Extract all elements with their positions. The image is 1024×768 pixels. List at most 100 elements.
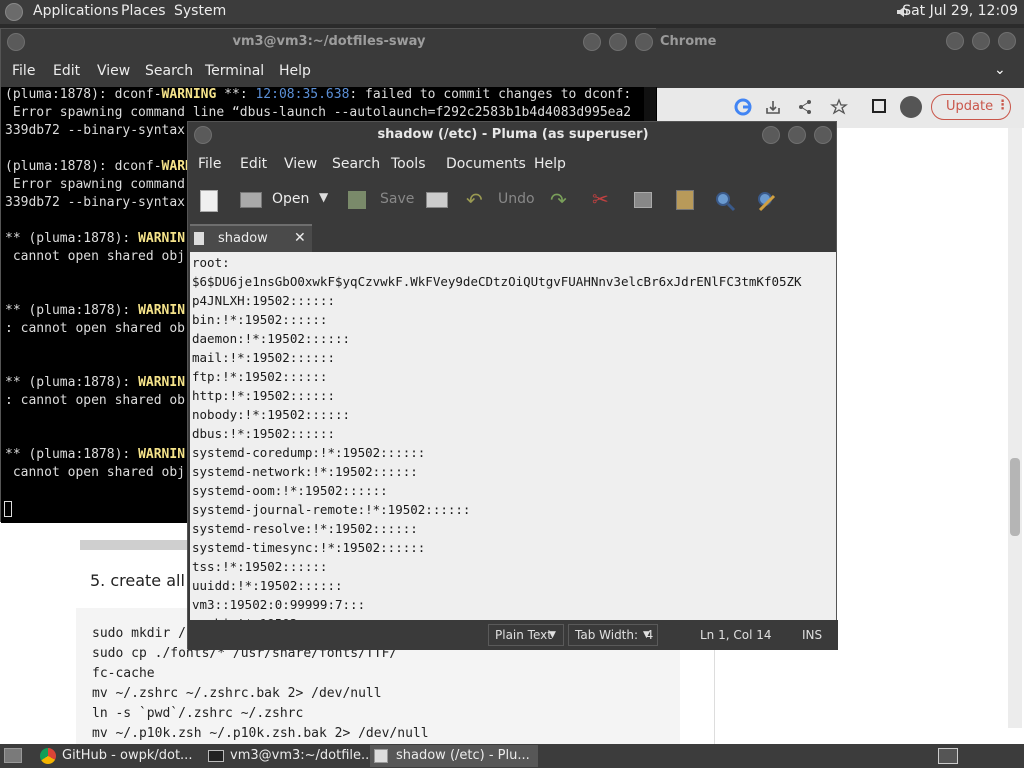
update-button[interactable]: Update ⋮ — [931, 94, 1011, 120]
text-line: systemd-journal-remote:!*:19502:::::: — [192, 502, 471, 517]
insert-mode: INS — [802, 628, 823, 642]
menu-documents[interactable]: Documents — [446, 156, 526, 172]
document-icon — [194, 232, 204, 245]
maximize-button[interactable] — [972, 32, 990, 50]
cursor-position: Ln 1, Col 14 — [700, 628, 772, 642]
code-line: fc-cache — [92, 666, 155, 681]
text-line: nobody:!*:19502:::::: — [192, 407, 351, 422]
chevron-down-icon: ▼ — [643, 630, 650, 640]
chrome-icon — [40, 748, 56, 764]
terminal-line-segment: WARNIN — [138, 231, 186, 246]
menu-edit[interactable]: Edit — [53, 63, 80, 79]
pluma-tabbar: shadow ✕ — [188, 224, 838, 252]
maximize-button[interactable] — [788, 126, 806, 144]
install-app-icon[interactable] — [764, 98, 782, 116]
text-line: ftp:!*:19502:::::: — [192, 369, 328, 384]
menu-edit[interactable]: Edit — [240, 156, 267, 172]
open-folder-icon[interactable] — [240, 192, 262, 208]
tab-shadow[interactable]: shadow ✕ — [190, 224, 312, 252]
window-menu-button[interactable] — [194, 126, 212, 144]
profile-avatar-icon[interactable] — [900, 96, 922, 118]
close-button[interactable] — [814, 126, 832, 144]
print-icon[interactable] — [426, 192, 448, 208]
browser-title: Chrome — [660, 34, 717, 49]
code-line: mv ~/.p10k.zsh ~/.p10k.zsh.bak 2> /dev/n… — [92, 726, 429, 741]
share-icon[interactable] — [796, 98, 814, 116]
text-line: p4JNLXH:19502:::::: — [192, 293, 335, 308]
tab-list-chevron-down-icon[interactable]: ⌄ — [994, 62, 1006, 78]
bookmark-star-icon[interactable] — [830, 98, 848, 116]
terminal-line: : cannot open shared ob — [5, 321, 185, 336]
menu-view[interactable]: View — [284, 156, 317, 172]
applications-menu[interactable]: Applications — [33, 3, 119, 19]
tab-width-dropdown[interactable]: Tab Width: 4 ▼ — [568, 624, 658, 646]
undo-icon[interactable]: ↶ — [466, 188, 483, 212]
pluma-title: shadow (/etc) - Pluma (as superuser) — [377, 127, 649, 142]
google-icon[interactable] — [734, 98, 752, 116]
places-menu[interactable]: Places — [121, 3, 166, 19]
cut-scissors-icon[interactable]: ✂ — [592, 187, 609, 211]
save-icon[interactable] — [348, 191, 366, 209]
find-magnifier-icon[interactable] — [714, 190, 736, 212]
taskbar-item-label: shadow (/etc) - Plu... — [396, 748, 530, 763]
menu-file[interactable]: File — [12, 63, 35, 79]
new-document-icon[interactable] — [200, 190, 218, 212]
terminal-line-segment: 12:08:35.638 — [255, 87, 350, 102]
terminal-line-segment: 339db72 --binary-syntax — [5, 123, 186, 138]
pluma-toolbar: Open ▼ Save ↶ Undo ↷ ✂ — [188, 178, 838, 224]
text-line: systemd-resolve:!*:19502:::::: — [192, 521, 418, 536]
redo-icon[interactable]: ↷ — [550, 188, 567, 212]
minimize-button[interactable] — [946, 32, 964, 50]
menu-help[interactable]: Help — [534, 156, 566, 172]
terminal-icon — [208, 750, 224, 762]
side-panel-icon[interactable] — [872, 99, 886, 113]
menu-search[interactable]: Search — [332, 156, 380, 172]
workspace-switcher-icon[interactable] — [938, 748, 958, 764]
save-button[interactable]: Save — [380, 191, 414, 207]
menu-file[interactable]: File — [198, 156, 221, 172]
terminal-line-segment: **: — [216, 87, 256, 102]
terminal-line-segment: : cannot open shared ob — [5, 393, 186, 408]
applications-logo-icon[interactable] — [5, 3, 23, 21]
undo-button[interactable]: Undo — [498, 191, 535, 207]
copy-icon[interactable] — [634, 192, 652, 208]
scrollbar-thumb[interactable] — [1010, 458, 1020, 536]
taskbar-item-github[interactable]: GitHub - owpk/dot... — [36, 745, 204, 767]
menu-view[interactable]: View — [97, 63, 130, 79]
minimize-button[interactable] — [762, 126, 780, 144]
horizontal-scrollbar[interactable] — [80, 540, 190, 550]
show-desktop-icon[interactable] — [4, 748, 22, 763]
maximize-button[interactable] — [609, 33, 627, 51]
vertical-scrollbar[interactable] — [1008, 128, 1022, 728]
find-replace-icon[interactable] — [756, 190, 778, 212]
clock[interactable]: Sat Jul 29, 12:09 — [902, 3, 1018, 19]
menu-tools[interactable]: Tools — [391, 156, 426, 172]
text-line: systemd-network:!*:19502:::::: — [192, 464, 418, 479]
menu-terminal[interactable]: Terminal — [205, 63, 264, 79]
pluma-titlebar: shadow (/etc) - Pluma (as superuser) — [188, 122, 838, 148]
text-editor-area[interactable]: root: $6$DU6je1nsGbO0xwkF$yqCzvwkF.WkFVey… — [190, 252, 836, 620]
pluma-menubar: File Edit View Search Tools Documents He… — [188, 150, 838, 178]
open-button[interactable]: Open — [272, 191, 309, 207]
menu-help[interactable]: Help — [279, 63, 311, 79]
menu-search[interactable]: Search — [145, 63, 193, 79]
terminal-line-segment: : cannot open shared ob — [5, 321, 186, 336]
taskbar-item-pluma[interactable]: shadow (/etc) - Plu... — [370, 745, 538, 767]
window-menu-button[interactable] — [7, 33, 25, 51]
syntax-dropdown[interactable]: Plain Text ▼ — [488, 624, 564, 646]
paste-icon[interactable] — [676, 190, 694, 210]
system-menu[interactable]: System — [174, 3, 226, 19]
text-line: systemd-coredump:!*:19502:::::: — [192, 445, 426, 460]
text-line: daemon:!*:19502:::::: — [192, 331, 351, 346]
close-button[interactable] — [635, 33, 653, 51]
terminal-line-segment: ** (pluma:1878): — [5, 303, 139, 318]
terminal-menubar: File Edit View Search Terminal Help — [1, 57, 657, 87]
code-line: ln -s `pwd`/.zshrc ~/.zshrc — [92, 706, 304, 721]
tab-close-icon[interactable]: ✕ — [294, 230, 306, 246]
open-recent-chevron-down-icon[interactable]: ▼ — [319, 190, 328, 204]
close-button[interactable] — [998, 32, 1016, 50]
taskbar-item-terminal[interactable]: vm3@vm3:~/dotfile... — [204, 745, 374, 767]
taskbar-item-label: vm3@vm3:~/dotfile... — [230, 748, 374, 763]
text-editor-icon — [374, 749, 388, 763]
minimize-button[interactable] — [583, 33, 601, 51]
